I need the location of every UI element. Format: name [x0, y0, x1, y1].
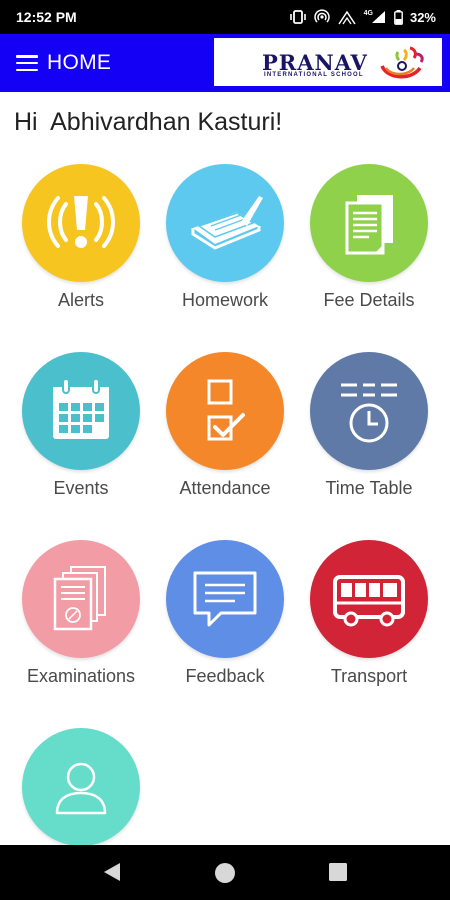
tile-alerts[interactable]: Alerts: [11, 164, 151, 334]
app-bar: HOME PRANAV INTERNATIONAL SCHOOL: [0, 34, 450, 92]
network-icon: [337, 9, 357, 25]
timetable-icon: [341, 383, 397, 443]
status-icons: 4G 32%: [289, 9, 436, 25]
tile-time-table-circle: [310, 352, 428, 470]
tile-events[interactable]: Events: [11, 352, 151, 522]
recents-square-icon: [329, 863, 347, 881]
tile-fee-details-label: Fee Details: [323, 290, 415, 310]
tile-attendance-circle: [166, 352, 284, 470]
system-navigation-bar: [0, 845, 450, 900]
app-bar-title: HOME: [47, 51, 112, 74]
tile-attendance-label: Attendance: [179, 478, 271, 498]
vibrate-icon: [289, 10, 307, 24]
tile-transport[interactable]: Transport: [299, 540, 439, 710]
tile-events-label: Events: [53, 478, 109, 498]
status-bar: 12:52 PM 4G 32%: [0, 0, 450, 34]
tile-fee-details[interactable]: Fee Details: [299, 164, 439, 334]
alert-icon: [47, 196, 115, 248]
tile-homework-label: Homework: [181, 290, 269, 310]
tile-time-table-label: Time Table: [325, 478, 413, 498]
homework-icon: [191, 196, 263, 250]
greeting-text: Hi Abhivardhan Kasturi!: [14, 108, 283, 136]
signal-icon: 4G: [364, 10, 387, 24]
examinations-icon: [53, 566, 106, 631]
tile-examinations-label: Examinations: [26, 666, 136, 686]
tile-examinations[interactable]: Examinations: [11, 540, 151, 710]
tile-alerts-label: Alerts: [57, 290, 104, 310]
tile-examinations-circle: [22, 540, 140, 658]
tile-events-circle: [22, 352, 140, 470]
battery-percent: 32%: [409, 9, 436, 25]
tile-transport-circle: [310, 540, 428, 658]
tile-transport-label: Transport: [330, 666, 408, 686]
feedback-icon: [193, 571, 257, 627]
home-circle-icon: [215, 863, 235, 883]
tile-profile-circle: [22, 728, 140, 846]
bus-icon: [333, 575, 405, 627]
logo-subtitle: INTERNATIONAL SCHOOL: [264, 72, 364, 78]
attendance-icon: [207, 379, 245, 441]
profile-icon: [55, 762, 107, 815]
tile-feedback-circle: [166, 540, 284, 658]
tile-fee-details-circle: [310, 164, 428, 282]
status-time: 12:52 PM: [16, 9, 77, 25]
school-logo: PRANAV INTERNATIONAL SCHOOL: [214, 38, 442, 86]
battery-icon: [394, 9, 403, 25]
tile-attendance[interactable]: Attendance: [155, 352, 295, 522]
tile-alerts-circle: [22, 164, 140, 282]
hotspot-icon: [313, 9, 330, 25]
back-button[interactable]: [100, 860, 124, 889]
tile-homework-circle: [166, 164, 284, 282]
tile-feedback[interactable]: Feedback: [155, 540, 295, 710]
tile-homework[interactable]: Homework: [155, 164, 295, 334]
back-triangle-icon: [104, 863, 120, 881]
recents-button[interactable]: [328, 862, 348, 887]
tile-feedback-label: Feedback: [185, 666, 265, 686]
home-button[interactable]: [214, 862, 236, 889]
fee-details-icon: [345, 195, 393, 255]
logo-swirl-icon: [380, 46, 424, 79]
calendar-icon: [53, 378, 109, 439]
tile-time-table[interactable]: Time Table: [299, 352, 439, 522]
hamburger-menu-icon[interactable]: [16, 55, 38, 71]
